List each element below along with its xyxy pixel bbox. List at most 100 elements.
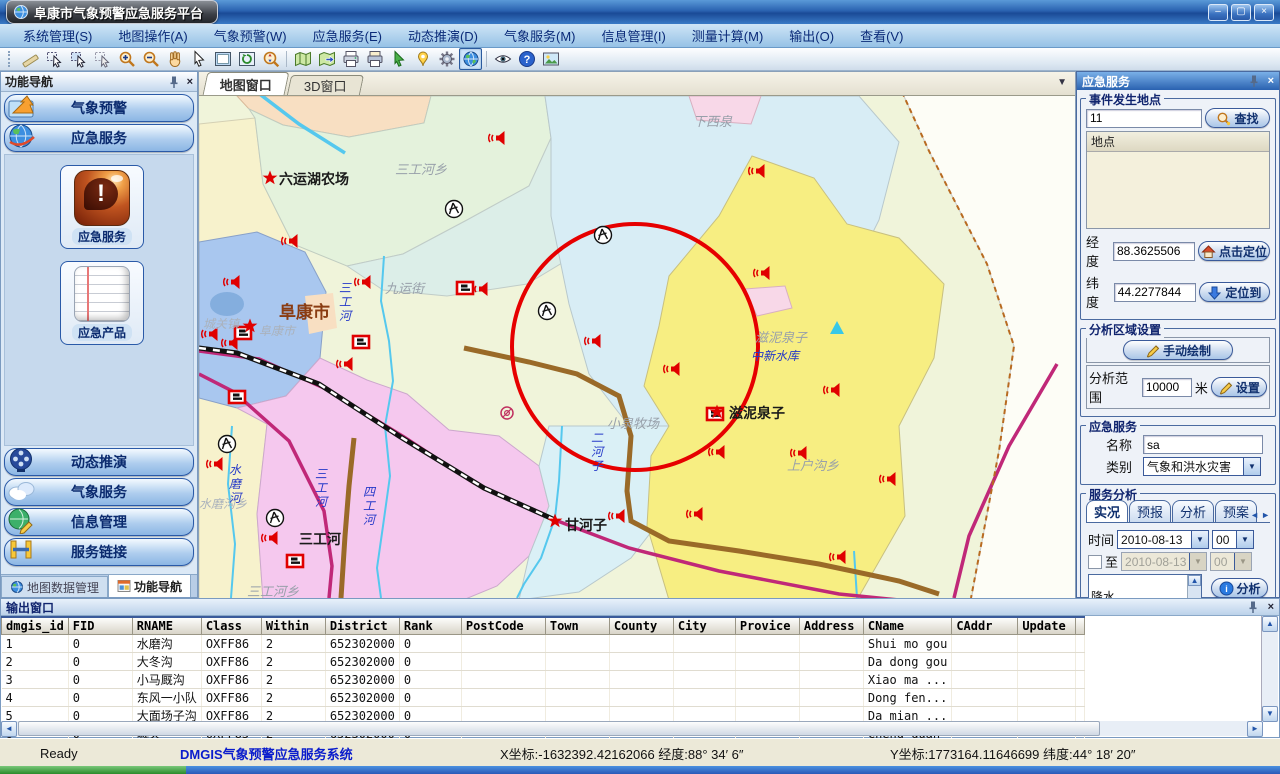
cell[interactable]: 3 — [2, 671, 69, 689]
menu-item-0[interactable]: 系统管理(S) — [10, 24, 105, 47]
cell[interactable] — [609, 671, 673, 689]
cell[interactable]: 652302000 — [325, 689, 399, 707]
set-range-button[interactable]: 设置 — [1211, 377, 1267, 397]
scroll-left-icon[interactable]: ◄ — [1, 721, 17, 737]
full-extent-button[interactable] — [211, 48, 234, 70]
cell[interactable]: 大冬沟 — [132, 653, 201, 671]
cell[interactable] — [799, 671, 863, 689]
cell[interactable] — [461, 635, 545, 653]
map-canvas[interactable]: 下西泉三工河乡六运湖农场九运街阜康市城关镇阜康市滋泥泉子中新水库滋泥泉子小泉牧场… — [199, 96, 1075, 598]
cell[interactable] — [952, 671, 1018, 689]
column-header-FID[interactable]: FID — [68, 617, 132, 635]
close-button[interactable]: × — [1254, 4, 1274, 21]
cell[interactable] — [609, 653, 673, 671]
column-header-Within[interactable]: Within — [261, 617, 325, 635]
cell[interactable]: 652302000 — [325, 635, 399, 653]
analyze-button[interactable]: i 分析 — [1211, 578, 1268, 598]
tab-scroll-left-icon[interactable]: ◄ — [1250, 510, 1259, 520]
image-button[interactable] — [539, 48, 562, 70]
settings-button[interactable] — [435, 48, 458, 70]
latitude-field[interactable] — [1114, 283, 1196, 302]
zoom-in-button[interactable] — [115, 48, 138, 70]
column-header-RNAME[interactable]: RNAME — [132, 617, 201, 635]
select-box-button[interactable] — [67, 48, 90, 70]
close-icon[interactable]: × — [1268, 601, 1274, 613]
cell[interactable] — [735, 635, 799, 653]
cell[interactable] — [545, 689, 609, 707]
horizontal-scrollbar[interactable]: ◄ ► — [1, 721, 1263, 736]
cell[interactable]: 4 — [2, 689, 69, 707]
cell[interactable]: 0 — [399, 635, 461, 653]
search-button[interactable]: 查找 — [1205, 108, 1270, 128]
cell[interactable] — [461, 671, 545, 689]
column-header-District[interactable]: District — [325, 617, 399, 635]
cell[interactable] — [952, 635, 1018, 653]
to-hour-select[interactable]: 00 ▼ — [1210, 552, 1252, 571]
cell[interactable]: 2 — [2, 653, 69, 671]
camp-marker[interactable] — [446, 201, 463, 218]
camp-marker[interactable] — [267, 510, 284, 527]
table-row[interactable]: 20大冬沟OXFF8626523020000Da dong gou — [2, 653, 1085, 671]
cell[interactable]: Dong fen... — [863, 689, 951, 707]
menu-item-8[interactable]: 输出(O) — [776, 24, 847, 47]
cell[interactable]: Xiao ma ... — [863, 671, 951, 689]
sidebar-item-信息管理[interactable]: 信息管理 — [4, 508, 194, 536]
pointer-button[interactable] — [187, 48, 210, 70]
cell[interactable]: 0 — [68, 635, 132, 653]
cell[interactable]: 东风一小队 — [132, 689, 201, 707]
cell[interactable] — [461, 689, 545, 707]
cell[interactable]: 0 — [68, 653, 132, 671]
cell[interactable]: 652302000 — [325, 653, 399, 671]
flag-marker[interactable] — [353, 336, 369, 348]
column-header-CAddr[interactable]: CAddr — [952, 617, 1018, 635]
cell[interactable] — [799, 689, 863, 707]
cell[interactable]: 652302000 — [325, 671, 399, 689]
column-header-Address[interactable]: Address — [799, 617, 863, 635]
sidebar-item-应急服务[interactable]: 应急服务 — [4, 124, 194, 152]
close-icon[interactable]: × — [187, 76, 193, 88]
tab-地图数据管理[interactable]: 地图数据管理 — [1, 576, 108, 597]
cell[interactable]: 0 — [68, 671, 132, 689]
date-select[interactable]: 2010-08-13 ▼ — [1117, 530, 1209, 549]
scroll-down-icon[interactable]: ▼ — [1262, 706, 1278, 722]
pin-button[interactable] — [411, 48, 434, 70]
manual-draw-button[interactable]: 手动绘制 — [1123, 340, 1233, 360]
eye-button[interactable] — [491, 48, 514, 70]
camp-marker[interactable] — [539, 303, 556, 320]
menu-item-5[interactable]: 气象服务(M) — [491, 24, 589, 47]
print-button[interactable] — [339, 48, 362, 70]
tab-3D窗口[interactable]: 3D窗口 — [287, 75, 364, 95]
column-header-County[interactable]: County — [609, 617, 673, 635]
vertical-scrollbar[interactable]: ▲ ▼ — [1261, 616, 1278, 722]
tab-实况[interactable]: 实况 — [1086, 500, 1128, 522]
tab-scroll-right-icon[interactable]: ► — [1261, 510, 1270, 520]
cell[interactable]: OXFF86 — [201, 689, 261, 707]
cell[interactable]: 1 — [2, 635, 69, 653]
cell[interactable] — [952, 689, 1018, 707]
column-header-Rank[interactable]: Rank — [399, 617, 461, 635]
flag-marker[interactable] — [457, 282, 473, 294]
to-date-select[interactable]: 2010-08-13 ▼ — [1121, 552, 1207, 571]
identify-button[interactable] — [387, 48, 410, 70]
pin-icon[interactable] — [1246, 600, 1260, 614]
zoom-to-button[interactable] — [259, 48, 282, 70]
chevron-down-icon[interactable]: ▼ — [1191, 531, 1208, 548]
cell[interactable] — [461, 653, 545, 671]
cell[interactable]: 0 — [399, 689, 461, 707]
service-type-select[interactable]: 气象和洪水灾害 ▼ — [1143, 457, 1261, 476]
sidebar-item-动态推演[interactable]: 动态推演 — [4, 448, 194, 476]
column-header-City[interactable]: City — [673, 617, 735, 635]
pan-button[interactable] — [163, 48, 186, 70]
cell[interactable]: 2 — [261, 635, 325, 653]
hour-select[interactable]: 00 ▼ — [1212, 530, 1254, 549]
scroll-up-icon[interactable]: ▲ — [1262, 616, 1278, 632]
cell[interactable]: 水磨沟 — [132, 635, 201, 653]
cell[interactable]: 小马厩沟 — [132, 671, 201, 689]
cell[interactable] — [735, 653, 799, 671]
camp-marker[interactable] — [219, 436, 236, 453]
cell[interactable]: OXFF86 — [201, 635, 261, 653]
table-row[interactable]: 30小马厩沟OXFF8626523020000Xiao ma ... — [2, 671, 1085, 689]
longitude-field[interactable] — [1113, 242, 1195, 261]
cell[interactable] — [609, 689, 673, 707]
cell[interactable] — [799, 653, 863, 671]
